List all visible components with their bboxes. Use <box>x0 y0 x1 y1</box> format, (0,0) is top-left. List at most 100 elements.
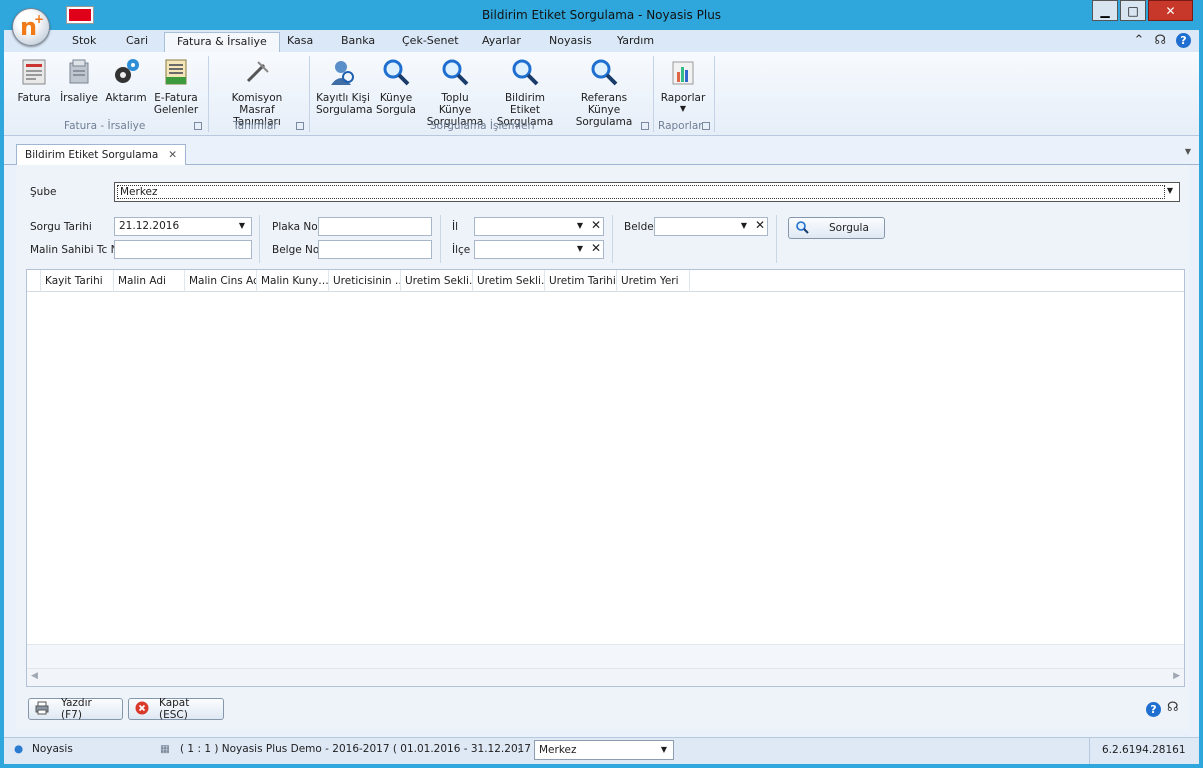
results-grid[interactable]: Kayit Tarihi Malin Adi Malin Cins Adi Ma… <box>26 269 1185 687</box>
status-bar: ● Noyasis ▦ ( 1 : 1 ) Noyasis Plus Demo … <box>4 737 1199 764</box>
app-window: Bildirim Etiket Sorgulama - Noyasis Plus… <box>0 0 1203 768</box>
close-tab-icon[interactable]: ✕ <box>168 149 177 161</box>
e-invoice-icon <box>160 56 192 88</box>
gear-transfer-icon <box>110 56 142 88</box>
tab-list-chevron-down-icon[interactable]: ▼ <box>1185 147 1191 156</box>
column-header[interactable]: Ureticisinin … <box>329 270 401 292</box>
group-launcher-icon[interactable] <box>296 122 304 130</box>
support-headset-icon[interactable]: ☊ <box>1154 33 1166 48</box>
tab-cek-senet[interactable]: Çek-Senet <box>402 34 459 47</box>
column-header[interactable]: Malin Cins Adi <box>185 270 257 292</box>
chevron-down-icon: ▼ <box>576 244 583 253</box>
column-header[interactable]: Uretim Sekli… <box>401 270 473 292</box>
malin-sahibi-label: Malin Sahibi Tc No <box>30 244 125 256</box>
il-dropdown[interactable]: ▼ ✕ <box>474 217 604 236</box>
column-header[interactable]: Uretim Sekli… <box>473 270 545 292</box>
magnifier-icon <box>380 56 412 88</box>
column-header[interactable]: Malin Kuny… <box>257 270 329 292</box>
close-button[interactable]: Kapat (ESC) <box>128 697 224 721</box>
tab-kasa[interactable]: Kasa <box>287 34 313 47</box>
tab-cari[interactable]: Cari <box>126 34 148 47</box>
chevron-down-icon: ▼ <box>1166 186 1173 195</box>
app-menu-button[interactable]: n + <box>12 8 50 46</box>
ilce-label: İlçe <box>452 244 471 256</box>
aktarim-button[interactable]: Aktarım <box>104 56 148 104</box>
fatura-button[interactable]: Fatura <box>12 56 56 104</box>
grid-header: Kayit Tarihi Malin Adi Malin Cins Adi Ma… <box>27 270 1184 292</box>
group-label-sorgulama-islemleri: Sorgulama İşlemleri <box>430 120 535 132</box>
raporlar-button[interactable]: Raporlar ▼ <box>658 56 708 114</box>
column-header[interactable]: Uretim Tarihi <box>545 270 617 292</box>
clear-belde-icon[interactable]: ✕ <box>755 218 765 232</box>
collapse-ribbon-icon[interactable]: ⌃ <box>1134 33 1145 48</box>
group-label-fatura-irsaliye: Fatura - İrsaliye <box>64 120 146 132</box>
help-icon[interactable]: ? <box>1146 702 1161 717</box>
sorgu-tarihi-label: Sorgu Tarihi <box>30 221 92 233</box>
branch-icon: ⋮ <box>514 743 525 755</box>
tab-ayarlar[interactable]: Ayarlar <box>482 34 521 47</box>
magnifier-icon <box>509 56 541 88</box>
belge-no-label: Belge No <box>272 244 320 256</box>
person-search-icon <box>327 56 359 88</box>
column-header[interactable]: Uretim Yeri <box>617 270 690 292</box>
magnifier-icon <box>795 220 809 237</box>
printer-icon <box>35 701 49 718</box>
irsaliye-button[interactable]: İrsaliye <box>60 56 98 104</box>
scroll-right-icon[interactable]: ▶ <box>1173 671 1180 681</box>
sube-dropdown[interactable]: Merkez ▼ <box>114 182 1180 202</box>
print-button[interactable]: Yazdır (F7) <box>28 697 123 721</box>
ribbon: Fatura İrsaliye Aktarım E-Fatura Gelenle… <box>4 52 1199 136</box>
bildirim-etiket-sorgulama-button[interactable]: Bildirim Etiket Sorgulama <box>492 56 558 128</box>
clear-ilce-icon[interactable]: ✕ <box>591 241 601 255</box>
sube-label: Şube <box>30 186 57 198</box>
database-icon: ▦ <box>160 743 170 755</box>
group-launcher-icon[interactable] <box>641 122 649 130</box>
ribbon-tabs: Stok Cari Fatura & İrsaliye Kasa Banka Ç… <box>4 30 1199 52</box>
group-label-tanimlar: Tanımlar <box>233 120 278 132</box>
close-window-button[interactable]: ✕ <box>1148 0 1193 21</box>
pen-icon <box>241 56 273 88</box>
grid-footer <box>27 644 1184 668</box>
il-label: İl <box>452 221 459 233</box>
group-launcher-icon[interactable] <box>194 122 202 130</box>
horizontal-scrollbar[interactable]: ◀ ▶ <box>27 668 1184 686</box>
komisyon-masraf-button[interactable]: Komisyon Masraf Tanımları <box>214 56 300 128</box>
minimize-button[interactable]: ▁ <box>1092 0 1118 21</box>
tab-noyasis[interactable]: Noyasis <box>549 34 592 47</box>
clear-il-icon[interactable]: ✕ <box>591 218 601 232</box>
branch-dropdown[interactable]: Merkez ▼ <box>534 740 674 760</box>
column-header[interactable]: Malin Adi <box>114 270 185 292</box>
referans-kunye-sorgulama-button[interactable]: Referans Künye Sorgulama <box>564 56 644 128</box>
group-launcher-icon[interactable] <box>702 122 710 130</box>
belde-dropdown[interactable]: ▼ ✕ <box>654 217 768 236</box>
chevron-down-icon: ▼ <box>740 221 747 230</box>
sorgula-button[interactable]: Sorgula <box>788 217 885 239</box>
tab-fatura-irsaliye[interactable]: Fatura & İrsaliye <box>164 32 280 52</box>
belge-no-input[interactable] <box>318 240 432 259</box>
chevron-down-icon: ▼ <box>238 221 245 230</box>
title-bar: Bildirim Etiket Sorgulama - Noyasis Plus… <box>4 0 1199 30</box>
support-headset-icon[interactable]: ☊ <box>1167 700 1179 715</box>
belde-label: Belde <box>624 221 654 233</box>
scroll-left-icon[interactable]: ◀ <box>31 671 38 681</box>
tab-bildirim-etiket-sorgulama[interactable]: Bildirim Etiket Sorgulama ✕ <box>16 144 187 166</box>
toplu-kunye-sorgulama-button[interactable]: Toplu Künye Sorgulama <box>424 56 486 128</box>
magnifier-icon <box>588 56 620 88</box>
version-label: 6.2.6194.28161 <box>1089 738 1199 764</box>
plaka-no-input[interactable] <box>318 217 432 236</box>
tab-stok[interactable]: Stok <box>72 34 96 47</box>
maximize-button[interactable]: □ <box>1120 0 1146 21</box>
sorgu-tarihi-date-picker[interactable]: 21.12.2016 ▼ <box>114 217 252 236</box>
ilce-dropdown[interactable]: ▼ ✕ <box>474 240 604 259</box>
tab-yardim[interactable]: Yardım <box>617 34 654 47</box>
bar-chart-icon <box>667 56 699 88</box>
column-header[interactable]: Kayit Tarihi <box>41 270 114 292</box>
malin-sahibi-tc-input[interactable] <box>114 240 252 259</box>
help-icon[interactable]: ? <box>1176 33 1191 48</box>
kayitli-kisi-sorgulama-button[interactable]: Kayıtlı Kişi Sorgulama <box>316 56 373 116</box>
document-tabs: Bildirim Etiket Sorgulama ✕ ▼ <box>4 141 1199 166</box>
e-fatura-gelenler-button[interactable]: E-Fatura Gelenler <box>150 56 202 116</box>
tab-banka[interactable]: Banka <box>341 34 375 47</box>
kunye-sorgula-button[interactable]: Künye Sorgula <box>376 56 416 116</box>
magnifier-icon <box>439 56 471 88</box>
